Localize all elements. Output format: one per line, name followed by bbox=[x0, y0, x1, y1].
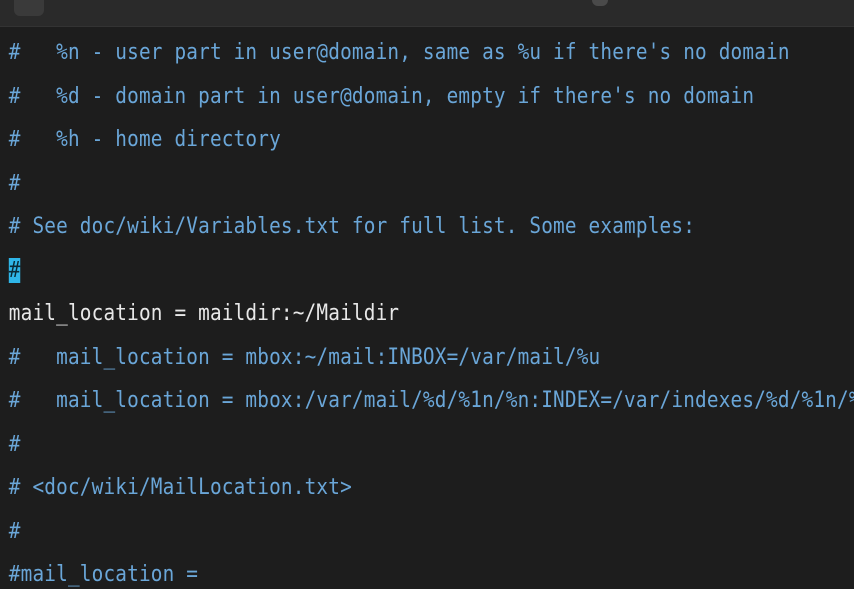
config-line[interactable]: #mail_location = bbox=[0, 553, 752, 589]
config-line[interactable]: # bbox=[0, 510, 752, 554]
config-line[interactable]: # <doc/wiki/MailLocation.txt> bbox=[0, 466, 752, 510]
config-line[interactable]: # %h - home directory bbox=[0, 118, 752, 162]
title-bar bbox=[0, 0, 854, 27]
menu-button[interactable] bbox=[14, 0, 44, 16]
text-cursor: # bbox=[8, 257, 21, 283]
text-editor[interactable]: # %n - user part in user@domain, same as… bbox=[0, 31, 854, 589]
config-line[interactable]: # %n - user part in user@domain, same as… bbox=[0, 31, 790, 75]
cursor-line[interactable]: # bbox=[0, 249, 752, 293]
config-line[interactable]: # mail_location = mbox:~/mail:INBOX=/var… bbox=[0, 336, 752, 380]
config-line[interactable]: # %d - domain part in user@domain, empty… bbox=[0, 75, 754, 119]
config-line[interactable]: # See doc/wiki/Variables.txt for full li… bbox=[0, 205, 752, 249]
title-icon bbox=[592, 0, 608, 6]
terminal-window[interactable]: # %n - user part in user@domain, same as… bbox=[0, 0, 854, 589]
config-line[interactable]: mail_location = maildir:~/Maildir bbox=[0, 292, 752, 336]
config-line[interactable]: # mail_location = mbox:/var/mail/%d/%1n/… bbox=[0, 379, 854, 423]
config-line[interactable]: # bbox=[0, 423, 752, 467]
config-line[interactable]: # bbox=[0, 162, 752, 206]
